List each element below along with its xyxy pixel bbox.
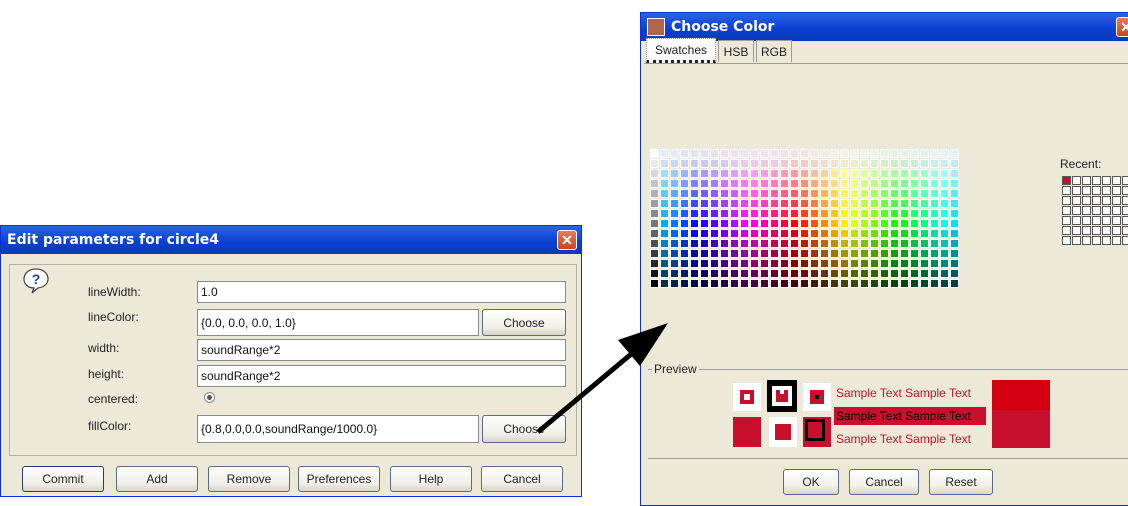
annotation-arrow xyxy=(536,323,668,434)
